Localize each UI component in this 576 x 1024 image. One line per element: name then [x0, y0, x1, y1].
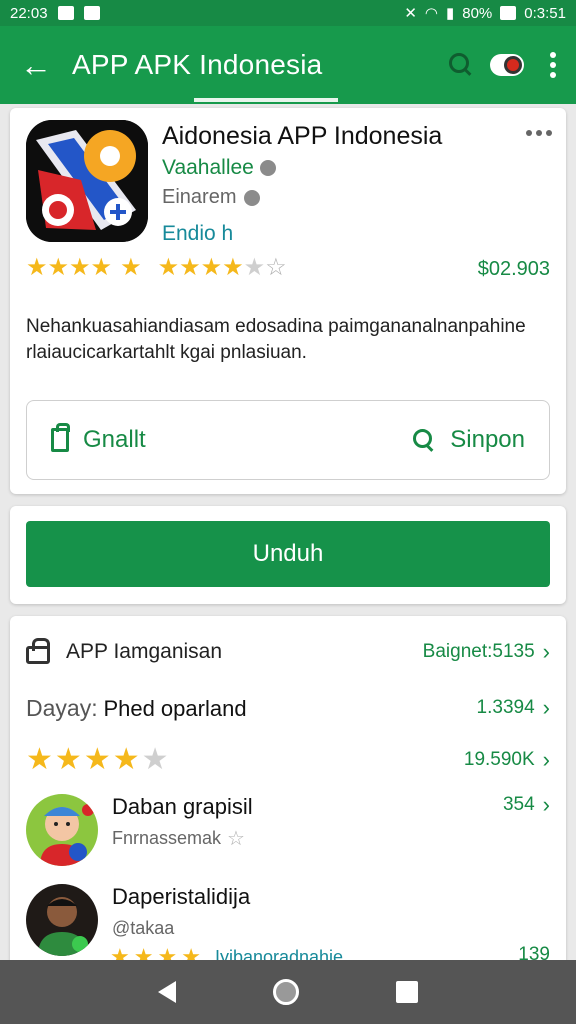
avatar	[26, 794, 98, 866]
app-icon[interactable]	[26, 120, 148, 242]
editors-badge: Endio h	[162, 222, 234, 245]
star-icon: ★	[26, 254, 48, 281]
chevron-right-icon: ›	[542, 747, 550, 772]
account-button[interactable]	[484, 42, 530, 88]
star-icon: ★	[157, 254, 180, 281]
star-icon: ★	[83, 743, 111, 776]
app-info-card: Aidonesia APP Indonesia Vaahallee Einare…	[10, 108, 566, 494]
category-label: Einarem	[162, 186, 237, 208]
status-clock: 0:3:51	[524, 4, 566, 22]
review-item[interactable]: Daban grapisil Fnrnassemak ☆ 354 ›	[26, 794, 550, 866]
wishlist-button[interactable]: Gnallt	[51, 423, 146, 454]
rating-stars: ★ ★ ★ ★ ★ ★ ★ ★ ★ ★ ☆	[26, 256, 287, 280]
star-empty-icon: ★	[243, 254, 266, 281]
review-sub-text: @takaa	[112, 918, 175, 938]
row-value: Baignet:5135 ›	[423, 641, 550, 663]
review-author: Daban grapisil	[112, 794, 253, 819]
card-overflow-icon[interactable]	[526, 130, 552, 136]
star-empty-icon: ★	[141, 743, 169, 776]
review-author: Daperistalidija	[112, 884, 251, 909]
back-arrow-icon[interactable]: ←	[0, 49, 72, 81]
review-sub-text: Fnrnassemak	[112, 828, 222, 848]
star-icon: ★	[120, 254, 142, 281]
star-icon: ★	[47, 254, 70, 281]
review-count-text: 354	[502, 794, 535, 815]
overflow-menu-button[interactable]	[530, 42, 576, 88]
details-row-payload[interactable]: Dayay: Phed oparland 1.3394 ›	[10, 690, 566, 726]
app-bar-title: APP APK Indonesia	[72, 49, 323, 80]
review-count: 354 ›	[503, 794, 550, 816]
details-row-rating[interactable]: ★ ★ ★ ★ ★ 19.590K ›	[10, 740, 566, 780]
chevron-right-icon: ›	[542, 695, 550, 720]
battery-icon	[500, 6, 517, 20]
review-meta: @takaa	[112, 918, 250, 939]
star-icon: ★	[90, 254, 113, 281]
signal-icon: ▮	[445, 4, 455, 22]
row-value-text: 1.3394	[476, 697, 535, 718]
row-value: 19.590K ›	[464, 749, 550, 771]
verified-badge-icon	[259, 160, 276, 176]
details-row-permissions[interactable]: APP Iamganisan Baignet:5135 ›	[10, 634, 566, 670]
lock-icon	[26, 638, 50, 664]
avatar-icon	[490, 54, 524, 76]
search-icon	[412, 428, 436, 452]
tab-indicator	[194, 98, 338, 102]
search-similar-label: Sinpon	[450, 426, 525, 453]
search-icon	[448, 52, 474, 78]
developer-name: Vaahallee	[162, 156, 254, 179]
download-card: Unduh	[10, 506, 566, 604]
row-value-text: Baignet:5135	[422, 641, 535, 662]
developer-link[interactable]: Vaahallee	[162, 156, 276, 180]
row-value: 1.3394 ›	[477, 697, 550, 719]
chevron-right-icon: ›	[542, 792, 550, 817]
row-label: Dayay: Phed oparland	[26, 695, 247, 722]
star-icon: ★	[69, 254, 91, 281]
star-outline-icon: ☆	[227, 827, 245, 850]
rating-stars: ★ ★ ★ ★ ★	[26, 745, 169, 775]
star-icon: ★	[54, 743, 82, 776]
star-icon: ★	[112, 743, 140, 776]
download-button[interactable]: Unduh	[26, 521, 550, 587]
star-icon: ★	[200, 254, 223, 281]
search-button[interactable]	[438, 42, 484, 88]
wishlist-label: Gnallt	[83, 426, 146, 453]
row-label-main: Phed oparland	[103, 695, 247, 721]
action-box: Gnallt Sinpon	[26, 400, 550, 480]
star-icon: ★	[26, 743, 53, 776]
notification-icon	[57, 6, 74, 20]
row-label: APP Iamganisan	[66, 640, 223, 663]
status-time: 22:03	[10, 4, 48, 22]
battery-percent: 80%	[462, 4, 493, 22]
row-value-text: 19.590K	[463, 749, 535, 770]
review-meta: Fnrnassemak ☆	[112, 828, 253, 849]
avatar	[26, 884, 98, 956]
status-bar: 22:03 ✕ ◠ ▮ 80% 0:3:51	[0, 0, 576, 26]
notification-icon-2	[83, 6, 100, 20]
system-nav-bar	[0, 960, 576, 1024]
price: $02.903	[477, 258, 550, 280]
star-icon: ★	[179, 254, 201, 281]
nav-home-icon[interactable]	[272, 979, 299, 1005]
star-outline-icon: ☆	[265, 254, 287, 281]
app-name: Aidonesia APP Indonesia	[162, 122, 443, 150]
chevron-right-icon: ›	[542, 639, 550, 664]
search-similar-button[interactable]: Sinpon	[412, 426, 525, 454]
row-label-lead: Dayay:	[26, 694, 98, 721]
info-icon	[244, 189, 261, 206]
bag-icon	[51, 423, 70, 452]
wifi-icon: ◠	[424, 4, 438, 22]
nav-recents-icon[interactable]	[395, 981, 418, 1003]
details-card: APP Iamganisan Baignet:5135 › Dayay: Phe…	[10, 616, 566, 976]
mute-icon: ✕	[404, 4, 417, 22]
nav-back-icon[interactable]	[158, 981, 177, 1003]
category: Einarem	[162, 186, 261, 209]
app-bar: ← APP APK Indonesia	[0, 26, 576, 104]
star-half-icon: ★	[222, 254, 244, 281]
overflow-menu-icon	[550, 52, 556, 78]
app-description: Nehankuasahiandiasam edosadina paimganan…	[26, 316, 526, 363]
